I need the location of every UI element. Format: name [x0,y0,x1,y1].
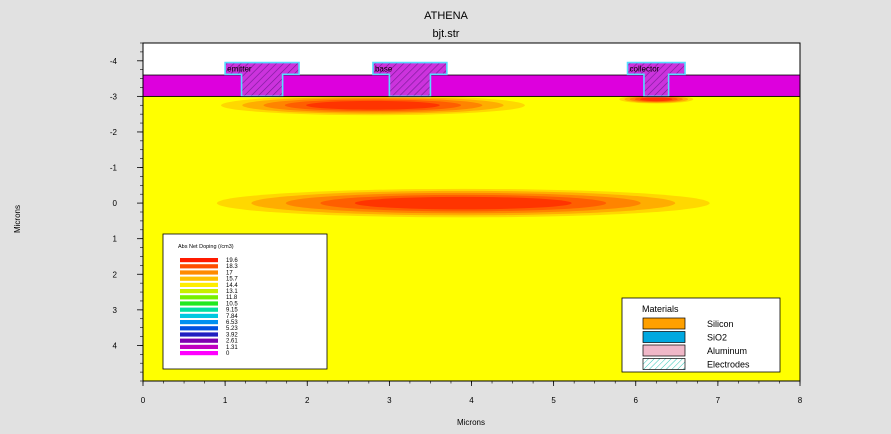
y-tick-label: 0 [113,199,118,208]
doping-region [221,95,525,116]
doping-legend-value: 14.4 [226,283,238,289]
materials-legend-swatch [642,331,686,343]
y-tick-label: -4 [110,57,118,66]
doping-legend-swatch [180,282,218,287]
x-tick-label: 6 [634,396,639,405]
doping-legend-value: 9.15 [226,308,238,314]
doping-legend-swatch [180,295,218,300]
doping-legend-swatch [180,264,218,269]
x-tick-label: 3 [387,396,392,405]
electrode-label: base [375,64,393,73]
doping-legend-value: 3.92 [226,332,238,338]
doping-legend-value: 17 [226,270,233,276]
y-tick-label: 4 [113,341,118,350]
y-tick-label: -3 [110,92,118,101]
electrode-label: collector [630,64,660,73]
materials-legend-label: Electrodes [707,360,750,370]
doping-contour [640,97,673,102]
chart-subtitle: bjt.str [433,28,460,40]
x-tick-label: 5 [551,396,556,405]
x-tick-label: 7 [716,396,721,405]
doping-legend-swatch [180,338,218,343]
doping-legend-swatch [180,270,218,275]
y-tick-label: 3 [113,306,118,315]
doping-legend-value: 5.23 [226,326,238,332]
doping-legend-value: 11.8 [226,295,238,301]
y-tick-label: 2 [113,270,118,279]
y-tick-label: -1 [110,164,118,173]
y-axis-label: Microns [13,205,22,233]
doping-legend-value: 10.5 [226,301,238,307]
doping-legend-value: 7.84 [226,314,238,320]
materials-legend-label: SiO2 [707,333,727,343]
doping-legend-value: 18.3 [226,264,238,270]
doping-legend-swatch [180,326,218,331]
materials-legend-swatch [642,344,686,357]
materials-legend-title: Materials [642,304,679,314]
y-tick-label: -2 [110,128,118,137]
doping-legend-swatch [180,313,218,318]
doping-legend-swatch [180,351,218,356]
doping-legend-swatch [180,276,218,281]
x-axis-label: Microns [457,418,485,427]
x-tick-label: 1 [223,396,228,405]
doping-contour [354,196,572,210]
materials-legend-swatch [642,358,686,370]
doping-legend-swatch [180,258,218,263]
materials-legend-swatch [642,317,686,330]
x-tick-label: 8 [798,396,803,405]
materials-legend-label: Aluminum [707,346,747,356]
doping-legend-value: 2.61 [226,339,238,345]
y-axis: -4 -3 -2 -1 0 1 2 3 4 [110,42,143,382]
doping-legend-value: 6.53 [226,320,238,326]
doping-legend-swatch [180,332,218,337]
doping-legend-swatch [180,320,218,325]
doping-legend-swatch [180,301,218,306]
electrode-label: emitter [227,64,252,73]
doping-legend-value: 13.1 [226,289,238,295]
chart-title: ATHENA [424,10,468,22]
x-axis: 0 1 2 3 4 5 6 7 8 [141,381,803,405]
doping-legend-swatch [180,289,218,294]
x-tick-label: 4 [469,396,474,405]
doping-contour-plot: ATHENA bjt.str emitter base collector 0 1 2 3… [13,10,803,427]
x-tick-label: 0 [141,396,146,405]
doping-region [216,188,710,218]
doping-legend-value: 1.31 [226,345,238,351]
materials-legend: Materials Silicon SiO2 Aluminum Electrodes [621,297,781,373]
x-tick-label: 2 [305,396,310,405]
doping-legend-value: 19.6 [226,258,238,264]
doping-legend-title: Abs Net Doping (/cm3) [178,244,234,250]
doping-legend-swatch [180,307,218,312]
doping-legend-value: 15.7 [226,277,238,283]
doping-legend: Abs Net Doping (/cm3)19.618.31715.714.41… [162,233,328,370]
y-tick-label: 1 [113,235,118,244]
doping-legend-swatch [180,344,218,349]
materials-legend-label: Silicon [707,319,734,329]
doping-contour [306,100,440,110]
